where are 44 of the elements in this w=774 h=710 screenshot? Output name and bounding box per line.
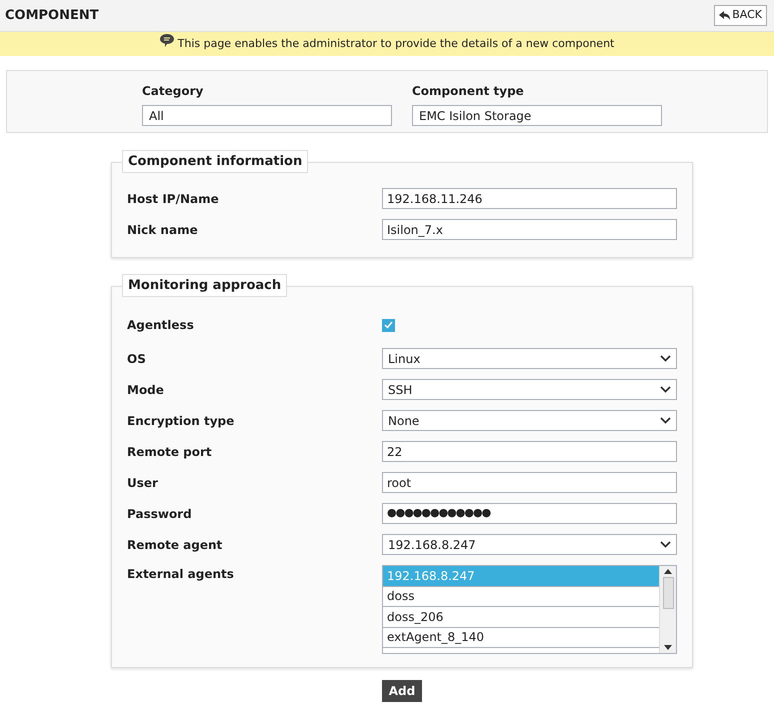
field-label: Password: [127, 506, 193, 522]
chevron-down-icon: [660, 417, 671, 424]
input-field[interactable]: 22: [382, 441, 677, 462]
selection-label: Component type: [412, 83, 525, 100]
input-field[interactable]: Isilon_7.x: [382, 219, 677, 240]
field-label: Remote port: [127, 444, 213, 460]
field-label: Mode: [127, 382, 165, 398]
banner-text: This page enables the administrator to provide the details of a new component: [178, 36, 614, 52]
field-label: Encryption type: [127, 412, 236, 430]
section-legend: Component information: [122, 150, 308, 173]
scroll-up-icon[interactable]: [664, 569, 672, 574]
checkmark-icon: [384, 321, 393, 329]
chevron-down-icon: [660, 355, 671, 362]
dropdown-field[interactable]: 192.168.8.247: [382, 534, 677, 555]
dropdown-field[interactable]: SSH: [382, 379, 677, 400]
chevron-down-icon: [660, 541, 671, 548]
field-label: Remote agent: [127, 536, 224, 554]
back-arrow-icon: [719, 11, 730, 20]
chevron-down-icon: [660, 386, 671, 393]
section-legend: Monitoring approach: [122, 274, 288, 297]
field-label: User: [127, 474, 159, 492]
field-label: Agentless: [127, 317, 195, 334]
scroll-down-icon[interactable]: [664, 645, 672, 650]
listbox[interactable]: 192.168.8.247 doss doss_206 extAgent_8_140: [382, 565, 677, 654]
add-button[interactable]: Add: [382, 680, 422, 702]
password-field[interactable]: ●●●●●●●●●●●●: [382, 503, 677, 524]
dropdown-field[interactable]: None: [382, 410, 677, 431]
input-field[interactable]: All: [142, 105, 392, 126]
scroll-thumb[interactable]: [662, 577, 674, 609]
input-field[interactable]: EMC Isilon Storage: [412, 105, 662, 126]
scrollbar[interactable]: [659, 566, 676, 653]
list-option[interactable]: doss: [383, 586, 659, 607]
page-title: COMPONENT: [5, 6, 99, 25]
field-label: Nick name: [127, 222, 199, 238]
field-label: OS: [127, 350, 147, 368]
field-label: External agents: [127, 566, 235, 583]
input-field[interactable]: root: [382, 472, 677, 493]
back-button[interactable]: BACK: [714, 5, 767, 26]
list-option[interactable]: extAgent_8_140: [383, 628, 659, 648]
dropdown-field[interactable]: Linux: [382, 348, 677, 369]
agentless-checkbox[interactable]: [382, 318, 395, 332]
input-field[interactable]: 192.168.11.246: [382, 188, 677, 209]
field-label: Host IP/Name: [127, 190, 220, 208]
selection-label: Category: [142, 83, 204, 100]
